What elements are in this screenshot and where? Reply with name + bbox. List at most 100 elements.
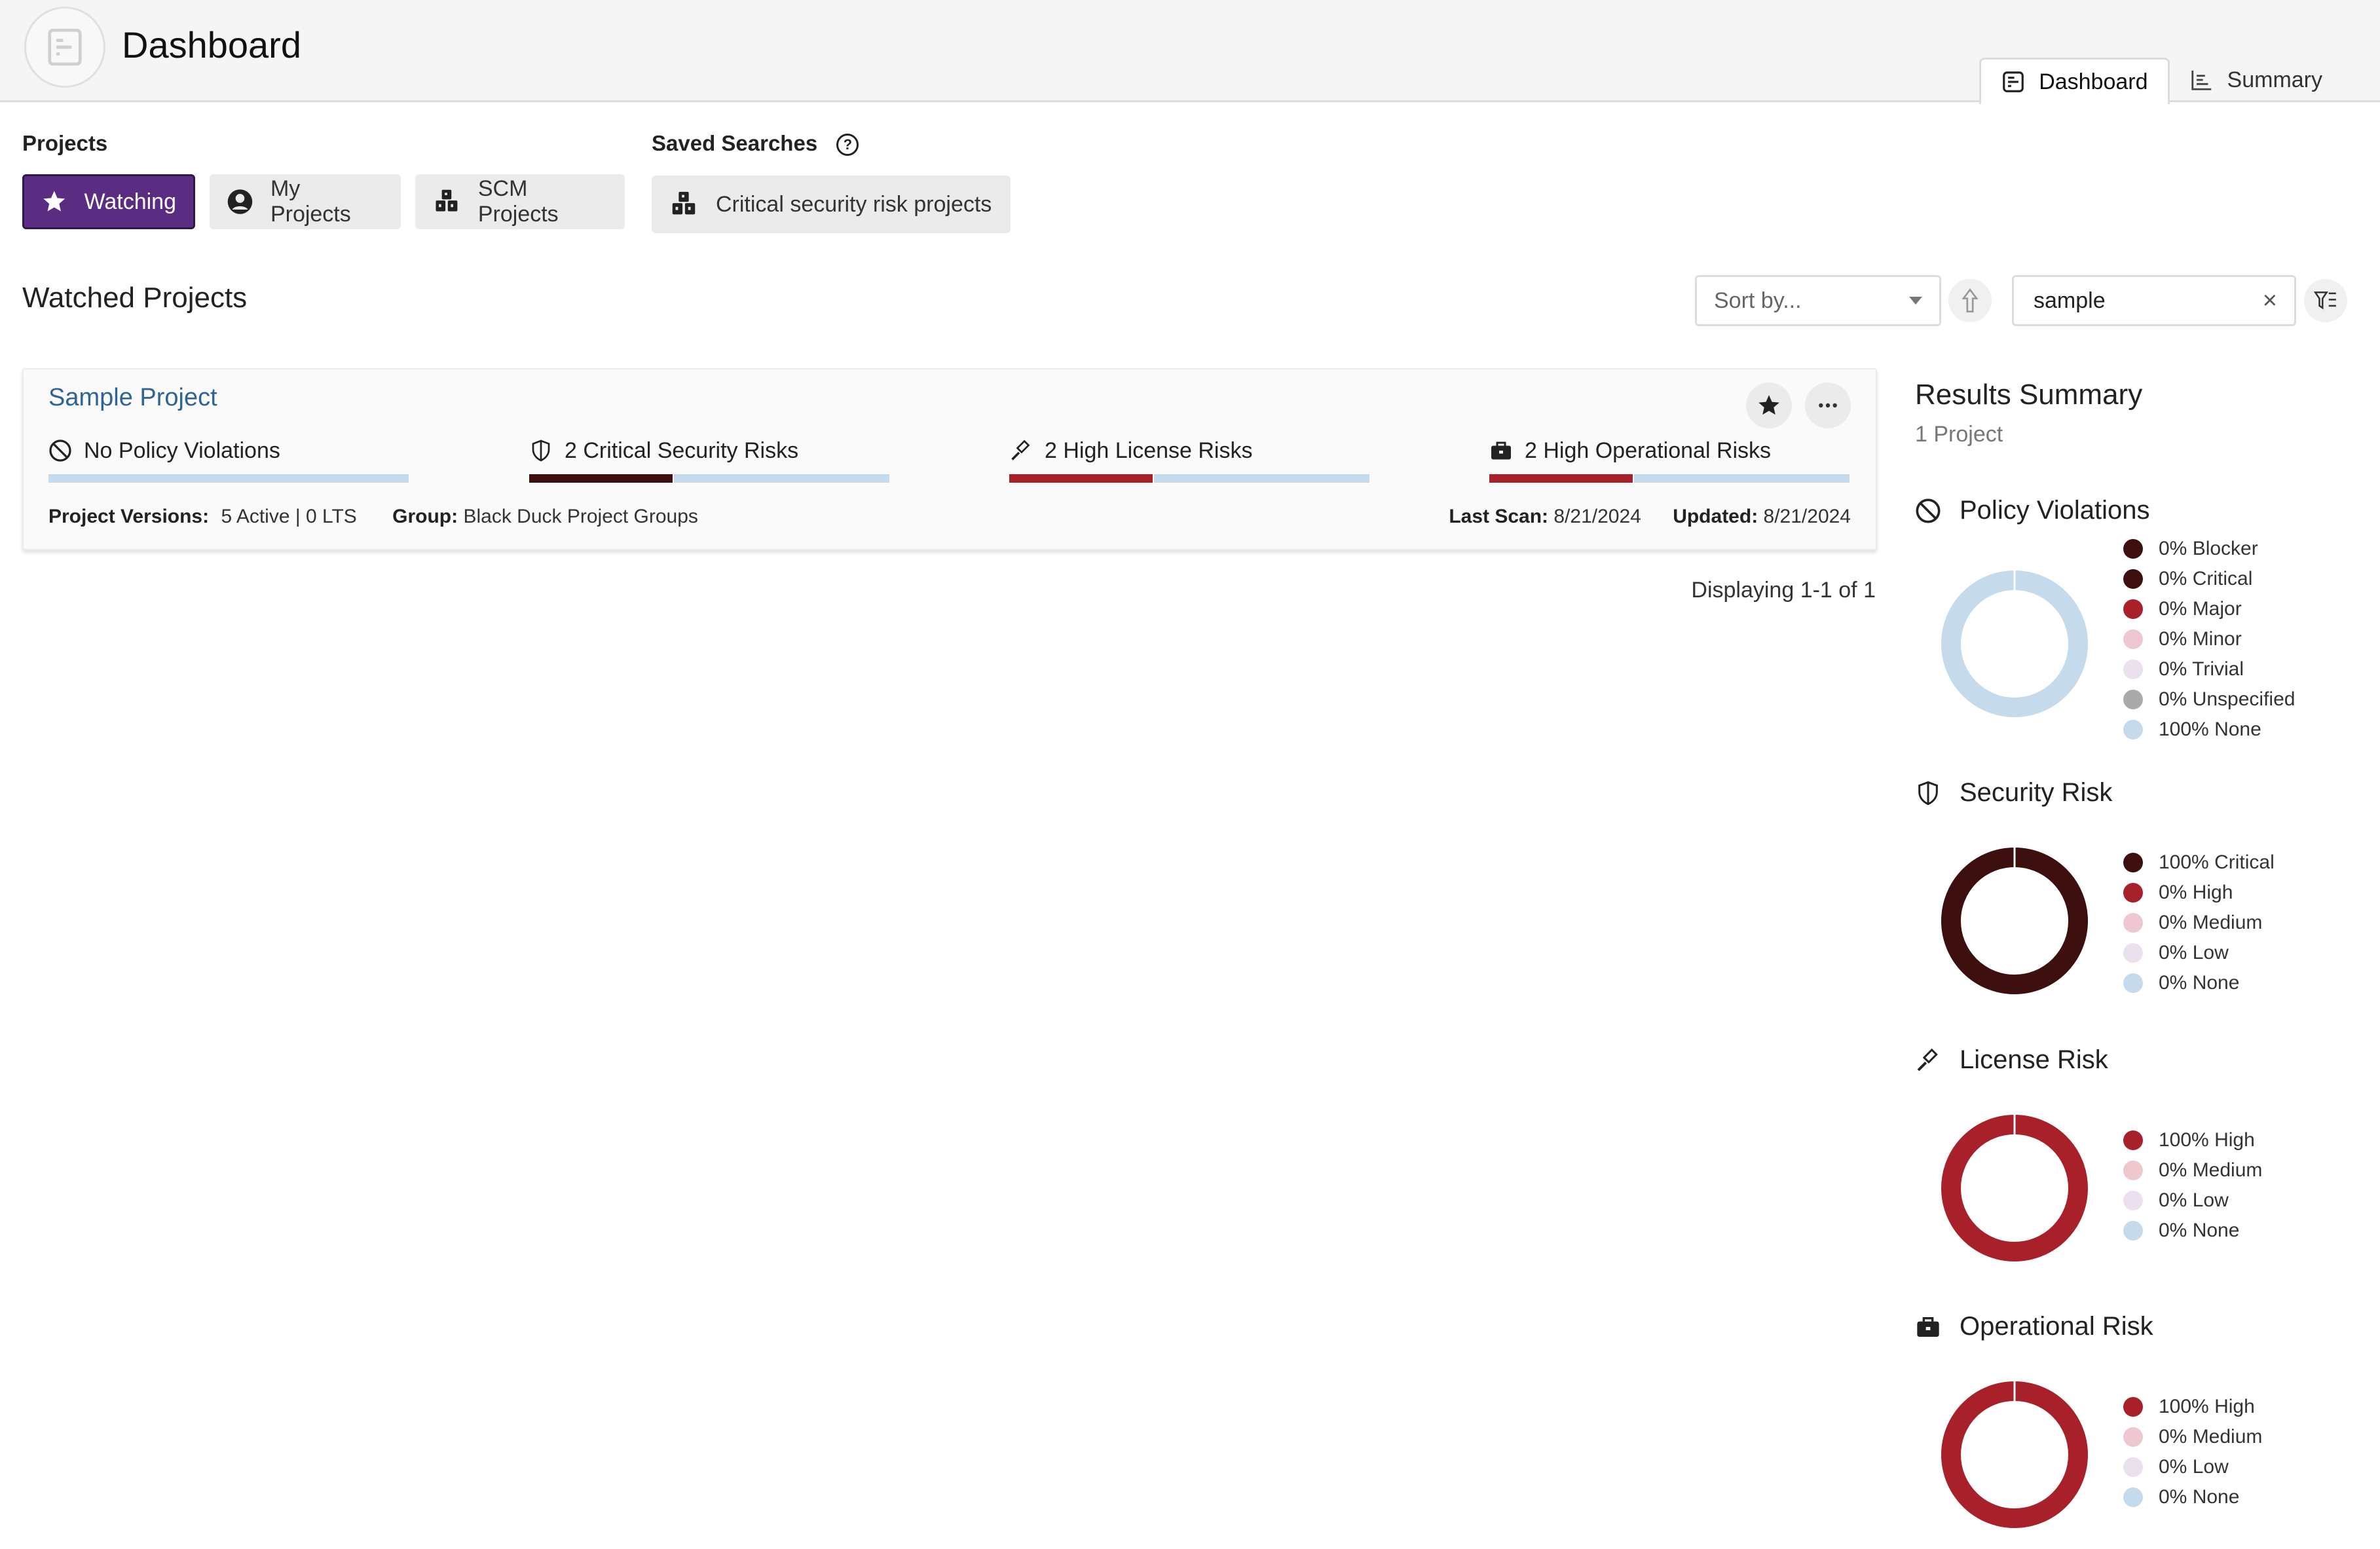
donut-chart — [1941, 1114, 2088, 1261]
policy-violations-indicator: No Policy Violations — [48, 436, 409, 483]
search-input[interactable] — [2034, 288, 2230, 314]
legend-label: 0% Trivial — [2159, 658, 2244, 680]
saved-search-item[interactable]: Critical security risk projects — [652, 176, 1011, 233]
project-card: Sample Project No Policy Violations 2 Cr… — [22, 368, 1877, 550]
tab-label: Dashboard — [2039, 69, 2148, 94]
saved-search-label: Critical security risk projects — [716, 191, 992, 217]
legend-label: 100% High — [2159, 1129, 2255, 1151]
legend-label: 0% Low — [2159, 1456, 2229, 1478]
donut-slice-high[interactable] — [1941, 1115, 2088, 1261]
unwatch-star-button[interactable] — [1746, 383, 1792, 428]
legend-item[interactable]: 0% Major — [2123, 594, 2295, 624]
legend-item[interactable]: 0% None — [2123, 1482, 2262, 1512]
operational-risk-chart: Operational Risk 100% High 0% Medium 0% Low… — [1915, 1312, 2373, 1528]
dashboard-icon — [2003, 71, 2024, 92]
saved-searches-title: Saved Searches — [652, 131, 818, 155]
legend-item[interactable]: 0% None — [2123, 968, 2275, 998]
chart-legend: 100% High 0% Medium 0% Low 0% None — [2123, 1125, 2262, 1246]
legend-swatch — [2123, 660, 2143, 679]
legend-swatch — [2123, 943, 2143, 963]
last-scan-value: 8/21/2024 — [1553, 506, 1641, 527]
search-field[interactable]: × — [2012, 275, 2296, 326]
donut-chart — [1941, 1381, 2088, 1528]
legend-label: 0% High — [2159, 882, 2233, 903]
legend-swatch — [2123, 1397, 2143, 1417]
legend-item[interactable]: 0% Minor — [2123, 624, 2295, 654]
help-icon[interactable]: ? — [836, 134, 859, 157]
tab-dashboard[interactable]: Dashboard — [1979, 58, 2170, 104]
donut-slice-none[interactable] — [1941, 570, 2088, 717]
more-options-button[interactable] — [1805, 383, 1851, 428]
sort-by-select[interactable]: Sort by... — [1695, 275, 1941, 326]
page-title: Dashboard — [122, 24, 301, 65]
legend-item[interactable]: 0% Low — [2123, 1452, 2262, 1482]
legend-item[interactable]: 100% None — [2123, 715, 2295, 745]
legend-label: 0% None — [2159, 1486, 2240, 1508]
security-risk-indicator: 2 Critical Security Risks — [529, 436, 889, 483]
chip-my-projects[interactable]: My Projects — [210, 174, 401, 229]
donut-slice-high[interactable] — [1941, 1381, 2088, 1528]
filter-button[interactable] — [2304, 279, 2347, 322]
legend-item[interactable]: 100% Critical — [2123, 848, 2275, 878]
legend-label: 0% Low — [2159, 942, 2229, 963]
legend-label: 0% None — [2159, 1220, 2240, 1241]
policy-violations-chart: Policy Violations 0% Blocker 0% Critical 0%… — [1915, 496, 2373, 740]
legend-item[interactable]: 0% Medium — [2123, 908, 2275, 938]
results-summary: Results Summary 1 Project — [1915, 379, 2373, 447]
legend-swatch — [2123, 629, 2143, 649]
risk-bar-remainder — [674, 474, 889, 483]
legend-swatch — [2123, 599, 2143, 619]
ellipsis-icon — [1819, 403, 1837, 408]
legend-label: 0% Blocker — [2159, 538, 2258, 559]
chip-watching[interactable]: Watching — [22, 174, 195, 229]
risk-bar-remainder — [48, 474, 409, 483]
chart-title: Policy Violations — [1915, 496, 2373, 525]
last-scan-label: Last Scan: — [1449, 506, 1549, 527]
legend-item[interactable]: 0% Low — [2123, 938, 2275, 968]
legend-label: 0% Critical — [2159, 568, 2253, 589]
sort-direction-button[interactable] — [1948, 279, 1992, 322]
legend-label: 100% Critical — [2159, 851, 2275, 873]
chart-title-text: Policy Violations — [1960, 496, 2150, 525]
legend-item[interactable]: 0% None — [2123, 1216, 2262, 1246]
legend-item[interactable]: 100% High — [2123, 1125, 2262, 1155]
risk-bar-fill — [1009, 474, 1153, 483]
donut-chart — [1941, 847, 2088, 994]
legend-item[interactable]: 100% High — [2123, 1392, 2262, 1422]
updated-label: Updated: — [1673, 506, 1758, 527]
project-name-link[interactable]: Sample Project — [48, 384, 217, 412]
legend-item[interactable]: 0% Trivial — [2123, 654, 2295, 684]
legend-item[interactable]: 0% Blocker — [2123, 534, 2295, 564]
clear-search-icon[interactable]: × — [2263, 287, 2277, 315]
watched-projects-title: Watched Projects — [22, 282, 248, 314]
legend-item[interactable]: 0% Medium — [2123, 1155, 2262, 1185]
chart-title-text: Operational Risk — [1960, 1312, 2153, 1341]
view-tabs: Dashboard Summary — [1979, 58, 2342, 104]
risk-bar-fill — [529, 474, 673, 483]
legend-label: 0% Medium — [2159, 912, 2263, 933]
chart-legend: 0% Blocker 0% Critical 0% Major 0% Minor 0% … — [2123, 534, 2295, 745]
risk-label: No Policy Violations — [84, 438, 280, 463]
legend-label: 100% None — [2159, 719, 2261, 740]
legend-item[interactable]: 0% Medium — [2123, 1422, 2262, 1452]
project-dates: Last Scan: 8/21/2024 Updated: 8/21/2024 — [1449, 506, 1851, 528]
legend-item[interactable]: 0% Low — [2123, 1185, 2262, 1216]
tab-summary[interactable]: Summary — [2170, 58, 2342, 102]
legend-label: 0% Medium — [2159, 1426, 2263, 1447]
legend-swatch — [2123, 569, 2143, 589]
chip-scm-projects[interactable]: SCM Projects — [415, 174, 625, 229]
chart-title: Operational Risk — [1915, 1312, 2373, 1341]
legend-item[interactable]: 0% Unspecified — [2123, 684, 2295, 715]
legend-item[interactable]: 0% Critical — [2123, 564, 2295, 594]
risk-bar-remainder — [1154, 474, 1369, 483]
legend-label: 0% Unspecified — [2159, 688, 2296, 710]
donut-slice-critical[interactable] — [1941, 848, 2088, 994]
legend-swatch — [2123, 539, 2143, 559]
risk-bar — [48, 474, 409, 483]
legend-item[interactable]: 0% High — [2123, 878, 2275, 908]
legend-label: 0% Medium — [2159, 1159, 2263, 1181]
legend-swatch — [2123, 883, 2143, 903]
summary-project-count: 1 Project — [1915, 422, 2003, 447]
legend-swatch — [2123, 1457, 2143, 1477]
project-meta: Project Versions: 5 Active | 0 LTS Group… — [48, 506, 698, 528]
